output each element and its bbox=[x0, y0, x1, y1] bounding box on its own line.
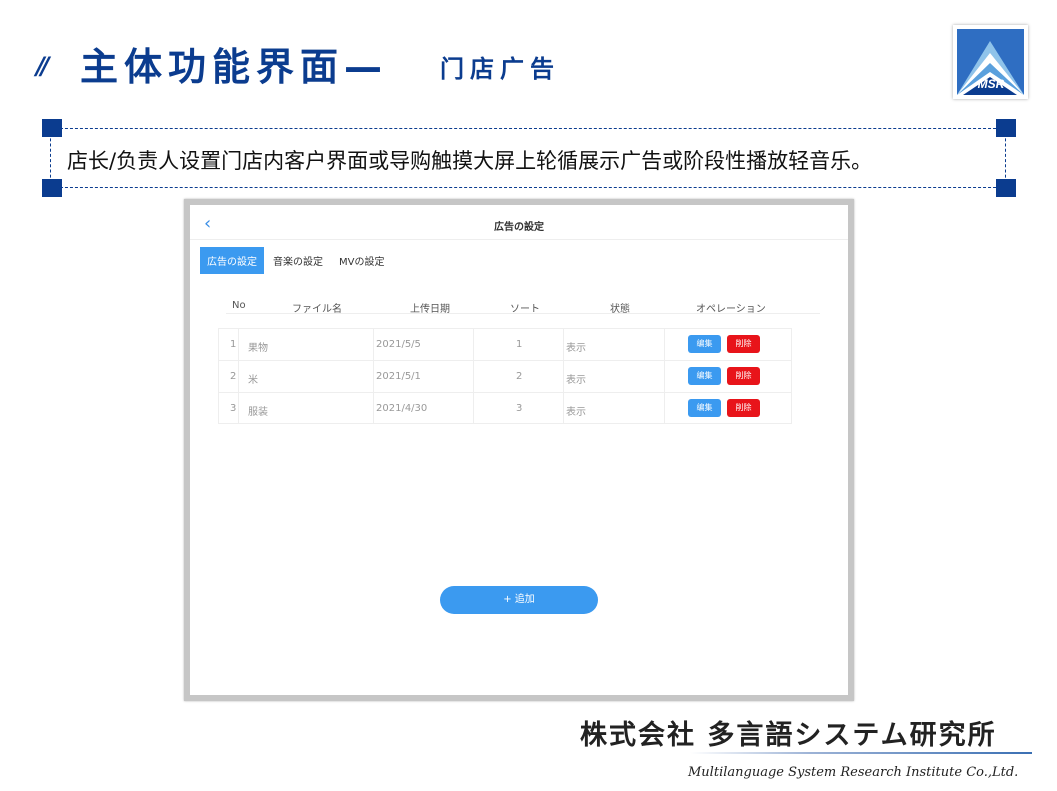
tab-mv-settings[interactable]: MVの設定 bbox=[332, 247, 391, 274]
cell-divider bbox=[791, 329, 792, 360]
cell-divider bbox=[563, 361, 564, 392]
slide-subtitle: 门店广告 bbox=[440, 55, 560, 83]
delete-button[interactable]: 削除 bbox=[727, 367, 760, 385]
row-sort: 3 bbox=[516, 403, 523, 414]
slide-title: 主体功能界面— bbox=[80, 45, 389, 89]
row-file: 服装 bbox=[248, 407, 268, 418]
msr-logo: MSR bbox=[953, 25, 1028, 99]
cell-divider bbox=[473, 393, 474, 423]
app-screen: ‹ 広告の設定 広告の設定 音楽の設定 MVの設定 No ファイル名 上传日期 … bbox=[190, 205, 848, 695]
cell-divider bbox=[238, 361, 239, 392]
row-sort: 1 bbox=[516, 339, 523, 350]
company-name-en: Multilanguage System Research Institute … bbox=[688, 765, 1019, 780]
settings-tabs: 広告の設定 音楽の設定 MVの設定 bbox=[200, 247, 393, 274]
logo-text: MSR bbox=[977, 77, 1005, 91]
cell-divider bbox=[373, 329, 374, 360]
cell-divider bbox=[791, 361, 792, 392]
tab-music-settings[interactable]: 音楽の設定 bbox=[266, 247, 330, 274]
row-status: 表示 bbox=[566, 407, 586, 418]
cell-divider bbox=[473, 361, 474, 392]
table-row: 1 果物 2021/5/5 1 表示 编集 削除 bbox=[218, 328, 792, 360]
row-no: 1 bbox=[230, 339, 237, 350]
delete-button[interactable]: 削除 bbox=[727, 335, 760, 353]
corner-marker bbox=[42, 119, 62, 137]
row-date: 2021/5/1 bbox=[376, 371, 421, 382]
delete-button[interactable]: 削除 bbox=[727, 399, 760, 417]
edit-button[interactable]: 编集 bbox=[688, 399, 721, 417]
row-status: 表示 bbox=[566, 375, 586, 386]
cell-divider bbox=[238, 329, 239, 360]
edit-button[interactable]: 编集 bbox=[688, 335, 721, 353]
cell-divider bbox=[791, 393, 792, 423]
cell-divider bbox=[563, 329, 564, 360]
corner-marker bbox=[996, 119, 1016, 137]
row-status: 表示 bbox=[566, 343, 586, 354]
row-no: 3 bbox=[230, 403, 237, 414]
table-header: No ファイル名 上传日期 ソート 状態 オペレーション bbox=[190, 300, 848, 315]
table-row: 3 服装 2021/4/30 3 表示 编集 削除 bbox=[218, 392, 792, 424]
corner-marker bbox=[996, 179, 1016, 197]
description-text: 店长/负责人设置门店内客户界面或导购触摸大屏上轮循展示广告或阶段性播放轻音乐。 bbox=[67, 149, 873, 173]
cell-divider bbox=[664, 329, 665, 360]
row-date: 2021/5/5 bbox=[376, 339, 421, 350]
header-underline bbox=[226, 313, 820, 314]
cell-divider bbox=[664, 393, 665, 423]
cell-divider bbox=[563, 393, 564, 423]
cell-divider bbox=[238, 393, 239, 423]
title-slashes: // bbox=[36, 52, 49, 80]
table-row: 2 米 2021/5/1 2 表示 编集 削除 bbox=[218, 360, 792, 392]
cell-divider bbox=[473, 329, 474, 360]
edit-button[interactable]: 编集 bbox=[688, 367, 721, 385]
tablet-frame: ‹ 広告の設定 広告の設定 音楽の設定 MVの設定 No ファイル名 上传日期 … bbox=[184, 199, 854, 701]
row-date: 2021/4/30 bbox=[376, 403, 428, 414]
company-name-jp: 株式会社 多言語システム研究所 bbox=[580, 720, 997, 751]
tab-ad-settings[interactable]: 広告の設定 bbox=[200, 247, 264, 274]
corner-marker bbox=[42, 179, 62, 197]
add-button[interactable]: + 追加 bbox=[440, 586, 598, 614]
cell-divider bbox=[218, 329, 219, 360]
header-divider bbox=[190, 239, 848, 240]
row-file: 米 bbox=[248, 375, 258, 386]
col-no: No bbox=[232, 300, 246, 311]
ad-table: 1 果物 2021/5/5 1 表示 编集 削除 2 米 2021/5/1 2 bbox=[218, 328, 792, 424]
cell-divider bbox=[218, 393, 219, 423]
row-no: 2 bbox=[230, 371, 237, 382]
screen-title: 広告の設定 bbox=[494, 222, 544, 233]
row-sort: 2 bbox=[516, 371, 523, 382]
row-file: 果物 bbox=[248, 343, 268, 354]
cell-divider bbox=[218, 361, 219, 392]
cell-divider bbox=[373, 393, 374, 423]
footer-divider bbox=[690, 752, 1032, 754]
cell-divider bbox=[664, 361, 665, 392]
cell-divider bbox=[373, 361, 374, 392]
